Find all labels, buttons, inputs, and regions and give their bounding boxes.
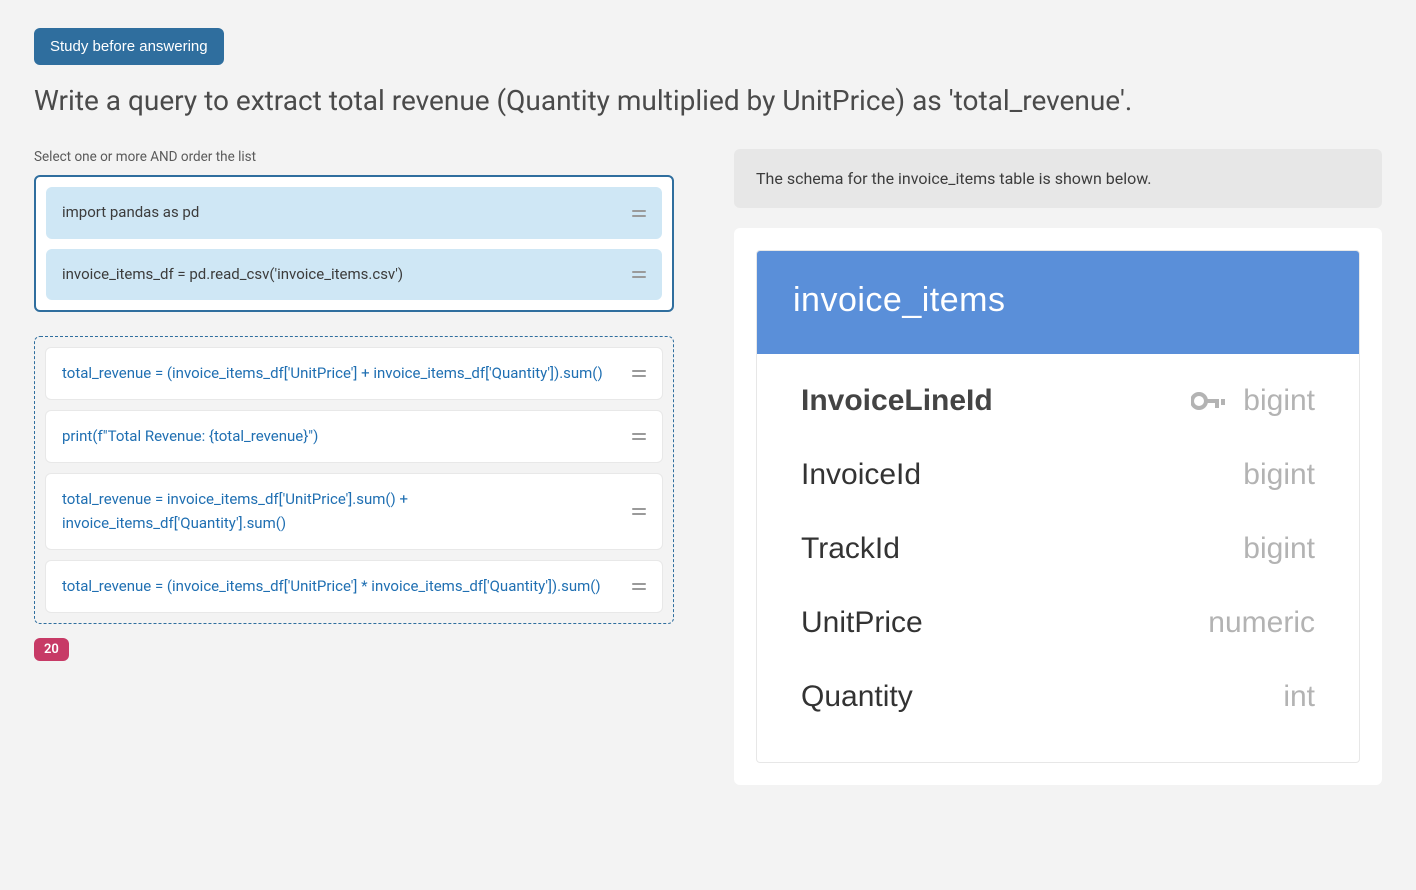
schema-table-name: invoice_items — [757, 251, 1359, 354]
option-text: total_revenue = invoice_items_df['UnitPr… — [62, 488, 618, 535]
schema-panel: The schema for the invoice_items table i… — [734, 149, 1382, 785]
column-name: InvoiceId — [801, 458, 1243, 492]
available-options-box[interactable]: total_revenue = (invoice_items_df['UnitP… — [34, 336, 674, 624]
schema-column-row: InvoiceId bigint — [757, 438, 1359, 512]
answer-builder-panel: Select one or more AND order the list im… — [34, 149, 674, 661]
option-text: invoice_items_df = pd.read_csv('invoice_… — [62, 263, 403, 286]
drag-handle-icon[interactable] — [632, 508, 646, 515]
option-text: import pandas as pd — [62, 201, 199, 224]
available-option[interactable]: total_revenue = (invoice_items_df['UnitP… — [45, 347, 663, 400]
column-type: int — [1283, 680, 1315, 714]
drag-handle-icon[interactable] — [632, 370, 646, 377]
drag-handle-icon[interactable] — [632, 433, 646, 440]
column-type: bigint — [1243, 458, 1315, 492]
option-text: total_revenue = (invoice_items_df['UnitP… — [62, 575, 601, 598]
score-badge: 20 — [34, 638, 69, 661]
schema-column-row: UnitPrice numeric — [757, 586, 1359, 660]
schema-column-row: Quantity int — [757, 660, 1359, 734]
selected-option[interactable]: import pandas as pd — [46, 187, 662, 238]
schema-column-row: InvoiceLineId bigint — [757, 364, 1359, 438]
question-title: Write a query to extract total revenue (… — [34, 83, 1382, 119]
column-name: TrackId — [801, 532, 1243, 566]
drag-handle-icon[interactable] — [632, 583, 646, 590]
option-text: print(f"Total Revenue: {total_revenue}") — [62, 425, 318, 448]
column-name: UnitPrice — [801, 606, 1208, 640]
schema-card-wrap: invoice_items InvoiceLineId bigint Invoi… — [734, 228, 1382, 785]
drag-handle-icon[interactable] — [632, 210, 646, 217]
column-name: InvoiceLineId — [801, 384, 1191, 418]
column-type: numeric — [1208, 606, 1315, 640]
primary-key-icon — [1191, 391, 1227, 411]
schema-column-row: TrackId bigint — [757, 512, 1359, 586]
study-before-answering-button[interactable]: Study before answering — [34, 28, 224, 65]
drag-handle-icon[interactable] — [632, 271, 646, 278]
selected-option[interactable]: invoice_items_df = pd.read_csv('invoice_… — [46, 249, 662, 300]
instruction-text: Select one or more AND order the list — [34, 149, 674, 165]
schema-columns: InvoiceLineId bigint InvoiceId bigint Tr… — [757, 354, 1359, 762]
schema-card: invoice_items InvoiceLineId bigint Invoi… — [756, 250, 1360, 763]
column-type: bigint — [1243, 532, 1315, 566]
available-option[interactable]: total_revenue = invoice_items_df['UnitPr… — [45, 473, 663, 550]
option-text: total_revenue = (invoice_items_df['UnitP… — [62, 362, 603, 385]
column-type: bigint — [1243, 384, 1315, 418]
schema-note: The schema for the invoice_items table i… — [734, 149, 1382, 208]
selected-options-box[interactable]: import pandas as pd invoice_items_df = p… — [34, 175, 674, 312]
column-name: Quantity — [801, 680, 1283, 714]
available-option[interactable]: print(f"Total Revenue: {total_revenue}") — [45, 410, 663, 463]
available-option[interactable]: total_revenue = (invoice_items_df['UnitP… — [45, 560, 663, 613]
